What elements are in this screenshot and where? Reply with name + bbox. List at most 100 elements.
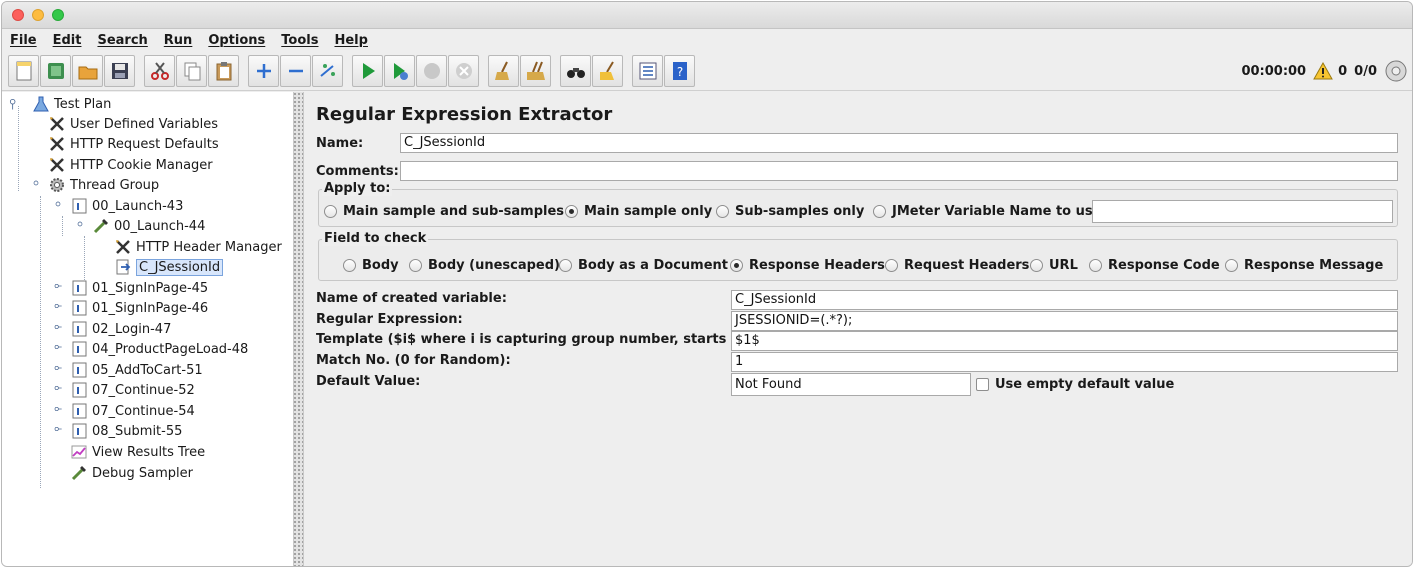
default-value-field[interactable]: Not Found <box>731 373 971 396</box>
tree-item-debug-sampler[interactable]: Debug Sampler <box>70 463 193 483</box>
tree-collapsed-toggle-icon[interactable] <box>54 381 66 399</box>
tree-connector <box>84 236 85 280</box>
field-request-headers-radio[interactable]: Request Headers <box>885 258 1029 273</box>
field-body-unescaped-radio[interactable]: Body (unescaped) <box>409 258 560 273</box>
use-empty-default-checkbox[interactable]: Use empty default value <box>976 377 1174 392</box>
created-variable-field[interactable]: C_JSessionId <box>731 290 1398 310</box>
reset-search-button[interactable] <box>592 54 623 87</box>
main-area: Test Plan User Defined Variables HTTP Re… <box>2 92 1412 566</box>
sampler-pipette-icon <box>71 466 86 481</box>
tree-item-label: 05_AddToCart-51 <box>92 362 203 378</box>
match-no-field[interactable]: 1 <box>731 352 1398 372</box>
start-button[interactable] <box>352 54 383 87</box>
menu-options[interactable]: Options <box>208 33 265 48</box>
tree-toggle-icon[interactable] <box>8 95 22 113</box>
tree-item-user-defined-variables[interactable]: User Defined Variables <box>48 114 218 134</box>
tree-item-label: 02_Login-47 <box>92 321 172 337</box>
tree-collapsed-toggle-icon[interactable] <box>54 279 66 297</box>
tree-toggle-icon[interactable] <box>32 176 44 194</box>
apply-main-and-sub-radio[interactable]: Main sample and sub-samples <box>324 204 564 219</box>
config-wrench-icon <box>50 137 64 151</box>
play-no-pause-icon <box>393 62 408 80</box>
menu-run[interactable]: Run <box>164 33 193 48</box>
tree-collapsed-toggle-icon[interactable] <box>54 320 66 338</box>
save-button[interactable] <box>104 54 135 87</box>
zoom-window-button[interactable] <box>52 9 64 21</box>
templates-button[interactable] <box>40 54 71 87</box>
field-response-headers-radio[interactable]: Response Headers <box>730 258 885 273</box>
template-field[interactable]: $1$ <box>731 331 1398 351</box>
tree-item-view-results-tree[interactable]: View Results Tree <box>70 442 205 462</box>
menu-tools[interactable]: Tools <box>281 33 318 48</box>
regex-field[interactable]: JSESSIONID=(.*?); <box>731 311 1398 331</box>
field-response-code-radio[interactable]: Response Code <box>1089 258 1220 273</box>
tree-item-http-cookie-manager[interactable]: HTTP Cookie Manager <box>48 155 213 175</box>
test-plan-tree: Test Plan User Defined Variables HTTP Re… <box>2 92 294 566</box>
tree-item-thread-group[interactable]: Thread Group <box>32 175 159 195</box>
name-field[interactable]: C_JSessionId <box>400 133 1398 153</box>
minimize-window-button[interactable] <box>32 9 44 21</box>
tree-item-http-request-defaults[interactable]: HTTP Request Defaults <box>48 134 219 154</box>
menu-file[interactable]: File <box>10 33 37 48</box>
close-window-button[interactable] <box>12 9 24 21</box>
tree-item-04-productpageload-48[interactable]: 04_ProductPageLoad-48 <box>54 339 248 359</box>
collapse-all-button[interactable] <box>280 54 311 87</box>
tree-item-00-launch-44[interactable]: 00_Launch-44 <box>76 216 205 236</box>
transaction-icon <box>72 198 87 214</box>
tree-item-label: Debug Sampler <box>92 465 193 481</box>
tree-item-07-continue-54[interactable]: 07_Continue-54 <box>54 401 195 421</box>
warning-icon[interactable] <box>1313 62 1333 80</box>
menu-bar: File Edit Search Run Options Tools Help <box>2 29 1412 51</box>
cut-button[interactable] <box>144 54 175 87</box>
comments-field[interactable] <box>400 161 1398 181</box>
jmeter-variable-name-field[interactable] <box>1092 200 1393 223</box>
field-body-as-document-radio[interactable]: Body as a Document <box>559 258 728 273</box>
menu-help[interactable]: Help <box>334 33 367 48</box>
start-no-pauses-button[interactable] <box>384 54 415 87</box>
pane-splitter[interactable] <box>294 92 304 566</box>
copy-button[interactable] <box>176 54 207 87</box>
clear-button[interactable] <box>488 54 519 87</box>
tree-collapsed-toggle-icon[interactable] <box>54 361 66 379</box>
tree-item-01-signinpage-45[interactable]: 01_SignInPage-45 <box>54 278 208 298</box>
tree-collapsed-toggle-icon[interactable] <box>54 299 66 317</box>
clear-all-button[interactable] <box>520 54 551 87</box>
tree-collapsed-toggle-icon[interactable] <box>54 422 66 440</box>
radio-label: Response Headers <box>749 258 885 273</box>
tree-collapsed-toggle-icon[interactable] <box>54 340 66 358</box>
help-button[interactable]: ? <box>664 54 695 87</box>
tree-item-05-addtocart-51[interactable]: 05_AddToCart-51 <box>54 360 203 380</box>
paste-button[interactable] <box>208 54 239 87</box>
new-button[interactable] <box>8 54 39 87</box>
tree-item-c-jsessionid[interactable]: C_JSessionId <box>114 257 224 277</box>
stop-button[interactable] <box>416 54 447 87</box>
field-body-radio[interactable]: Body <box>343 258 399 273</box>
tree-collapsed-toggle-icon[interactable] <box>54 402 66 420</box>
sampler-pipette-icon <box>93 219 108 234</box>
expand-all-button[interactable] <box>248 54 279 87</box>
tree-item-02-login-47[interactable]: 02_Login-47 <box>54 319 171 339</box>
field-response-message-radio[interactable]: Response Message <box>1225 258 1383 273</box>
tree-item-08-submit-55[interactable]: 08_Submit-55 <box>54 421 182 441</box>
transaction-icon <box>72 362 87 378</box>
apply-main-only-radio[interactable]: Main sample only <box>565 204 712 219</box>
comments-label: Comments: <box>316 164 399 179</box>
open-button[interactable] <box>72 54 103 87</box>
tree-item-http-header-manager[interactable]: HTTP Header Manager <box>114 237 282 257</box>
menu-search[interactable]: Search <box>97 33 147 48</box>
shutdown-button[interactable] <box>448 54 479 87</box>
tree-item-01-signinpage-46[interactable]: 01_SignInPage-46 <box>54 298 208 318</box>
function-helper-button[interactable] <box>632 54 663 87</box>
warning-count: 0 <box>1338 63 1348 79</box>
tree-item-00-launch-43[interactable]: 00_Launch-43 <box>54 196 183 216</box>
tree-toggle-icon[interactable] <box>54 197 66 215</box>
menu-edit[interactable]: Edit <box>53 33 82 48</box>
tree-item-07-continue-52[interactable]: 07_Continue-52 <box>54 380 195 400</box>
toggle-button[interactable] <box>312 54 343 87</box>
apply-jmeter-var-radio[interactable]: JMeter Variable Name to use <box>873 204 1101 219</box>
tree-item-test-plan[interactable]: Test Plan <box>8 94 111 114</box>
field-url-radio[interactable]: URL <box>1030 258 1078 273</box>
tree-toggle-icon[interactable] <box>76 217 88 235</box>
apply-sub-only-radio[interactable]: Sub-samples only <box>716 204 864 219</box>
search-button[interactable] <box>560 54 591 87</box>
